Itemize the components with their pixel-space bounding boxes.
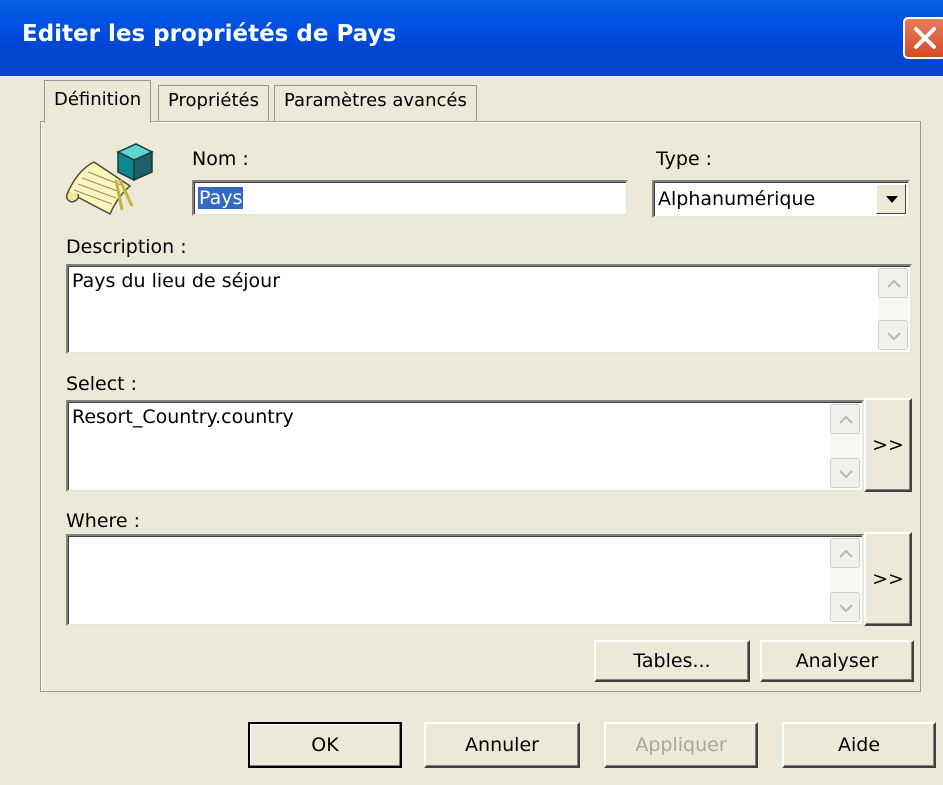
scroll-down-button[interactable] [830,592,860,622]
select-expand-label: >> [872,434,904,456]
where-textarea[interactable] [66,534,864,626]
tab-parametres-avances[interactable]: Paramètres avancés [274,85,477,121]
apply-button-label: Appliquer [635,734,727,756]
cancel-button[interactable]: Annuler [424,722,580,768]
analyze-button-label: Analyser [795,650,879,672]
analyze-button[interactable]: Analyser [760,640,914,682]
chevron-up-icon [887,279,901,288]
name-value: Pays [198,187,244,209]
help-button[interactable]: Aide [782,722,936,768]
where-scrollbar[interactable] [830,538,860,622]
help-button-label: Aide [837,734,881,756]
properties-dialog: Editer les propriétés de Pays Définition… [0,0,943,785]
select-label: Select : [66,373,138,395]
select-textarea[interactable]: Resort_Country.country [66,400,864,492]
select-value: Resort_Country.country [72,406,294,428]
scroll-up-button[interactable] [878,268,908,298]
type-dropdown-button[interactable] [876,184,906,214]
chevron-down-icon [886,196,898,203]
description-value: Pays du lieu de séjour [72,270,281,292]
where-expand-label: >> [872,568,904,590]
chevron-up-icon [839,549,853,558]
description-textarea[interactable]: Pays du lieu de séjour [66,264,912,354]
dimension-object-icon [60,140,160,220]
tables-button-label: Tables... [633,650,711,672]
chevron-down-icon [887,332,901,341]
title-bar[interactable]: Editer les propriétés de Pays [0,0,943,76]
tables-button[interactable]: Tables... [594,640,750,682]
type-label: Type : [656,148,713,170]
scroll-down-button[interactable] [830,458,860,488]
ok-button[interactable]: OK [248,722,402,768]
tab-proprietes-label: Propriétés [168,90,259,111]
scroll-down-button[interactable] [878,320,908,350]
tab-definition[interactable]: Définition [44,80,152,123]
chevron-up-icon [839,415,853,424]
description-label: Description : [66,236,187,258]
cancel-button-label: Annuler [465,734,539,756]
where-expand-button[interactable]: >> [864,532,912,626]
tab-proprietes[interactable]: Propriétés [158,85,269,121]
name-input[interactable]: Pays [192,180,628,216]
type-select[interactable]: Alphanumérique [652,180,910,218]
ok-button-label: OK [311,734,339,756]
window-title: Editer les propriétés de Pays [22,21,397,47]
close-icon [914,27,936,49]
chevron-down-icon [839,604,853,613]
scroll-up-button[interactable] [830,538,860,568]
close-button[interactable] [903,17,943,59]
type-value: Alphanumérique [658,188,816,210]
apply-button[interactable]: Appliquer [604,722,758,768]
description-scrollbar[interactable] [878,268,908,350]
select-scrollbar[interactable] [830,404,860,488]
chevron-down-icon [839,470,853,479]
name-label: Nom : [192,148,249,170]
select-expand-button[interactable]: >> [864,398,912,492]
where-label: Where : [66,510,141,532]
scroll-up-button[interactable] [830,404,860,434]
tab-definition-label: Définition [54,89,142,110]
tab-parametres-avances-label: Paramètres avancés [284,90,467,111]
